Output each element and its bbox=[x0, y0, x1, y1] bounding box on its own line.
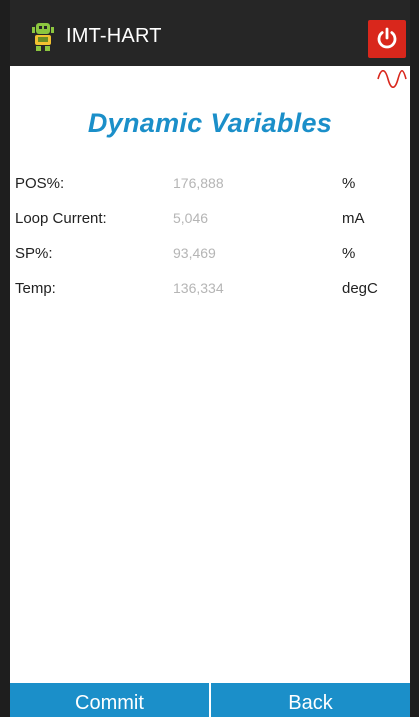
variable-label: POS%: bbox=[15, 175, 65, 192]
robot-icon bbox=[30, 22, 56, 52]
variable-label: Temp: bbox=[15, 280, 56, 297]
variable-unit: mA bbox=[342, 210, 365, 227]
variables-list: POS%: 176,888 % Loop Current: 5,046 mA S… bbox=[10, 170, 410, 310]
variable-row-loop-current: Loop Current: 5,046 mA bbox=[10, 205, 410, 240]
variable-unit: % bbox=[342, 245, 356, 262]
variable-label: Loop Current: bbox=[15, 210, 107, 227]
variable-value: 5,046 bbox=[173, 210, 209, 226]
bottom-action-bar: Commit Back bbox=[10, 683, 410, 717]
power-button[interactable] bbox=[368, 20, 406, 58]
variable-value: 136,334 bbox=[173, 280, 224, 296]
variable-row-sp: SP%: 93,469 % bbox=[10, 240, 410, 275]
back-button[interactable]: Back bbox=[211, 683, 410, 717]
variable-row-pos: POS%: 176,888 % bbox=[10, 170, 410, 205]
variable-unit: degC bbox=[342, 280, 378, 297]
sine-wave-icon bbox=[377, 69, 407, 93]
page-title: Dynamic Variables bbox=[87, 108, 333, 138]
power-icon bbox=[377, 27, 397, 49]
variable-unit: % bbox=[342, 175, 356, 192]
variable-label: SP%: bbox=[15, 245, 53, 262]
app-bar: IMT-HART bbox=[10, 0, 410, 66]
variable-row-temp: Temp: 136,334 degC bbox=[10, 275, 410, 310]
variable-value: 176,888 bbox=[173, 175, 224, 191]
app-title: IMT-HART bbox=[66, 25, 162, 47]
commit-button[interactable]: Commit bbox=[10, 683, 209, 717]
variable-value: 93,469 bbox=[173, 245, 216, 261]
